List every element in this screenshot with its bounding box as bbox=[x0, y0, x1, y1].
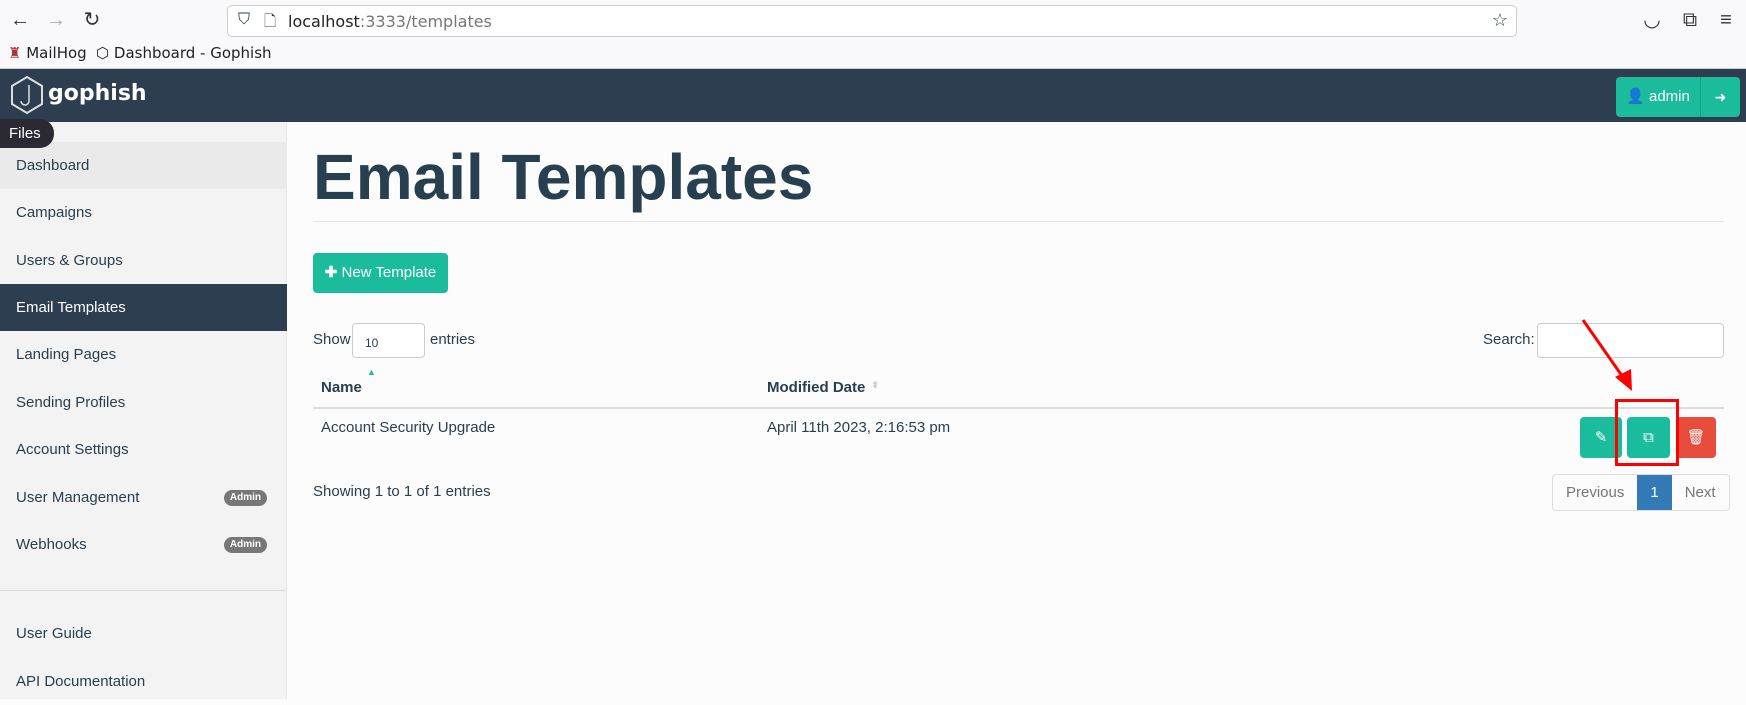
pencil-icon: ✎ bbox=[1594, 429, 1608, 446]
brand[interactable]: gophish bbox=[48, 81, 147, 106]
sidebar-item-landing-pages[interactable]: Landing Pages bbox=[0, 331, 287, 378]
search-label: Search: bbox=[1483, 331, 1535, 348]
shield-icon: ⛉ bbox=[238, 11, 251, 28]
sidebar-item-sending-profiles[interactable]: Sending Profiles bbox=[0, 379, 287, 426]
sidebar-item-user-management[interactable]: User Management Admin bbox=[0, 474, 287, 521]
trash-icon: 🗑 bbox=[1686, 429, 1706, 446]
column-header-modified-date[interactable]: Modified Date ⬍ bbox=[767, 379, 879, 396]
url-bar[interactable]: ⛉ 🗋 localhost:3333/templates ☆ bbox=[227, 5, 1517, 37]
delete-button[interactable]: 🗑 bbox=[1676, 417, 1716, 458]
sidebar-item-user-guide[interactable]: User Guide bbox=[0, 610, 287, 657]
browser-toolbar: ← → ↻ ⛉ 🗋 localhost:3333/templates ☆ ◡ ⧉… bbox=[0, 0, 1746, 69]
admin-badge: Admin bbox=[223, 537, 267, 553]
page-1-button[interactable]: 1 bbox=[1637, 475, 1672, 510]
bookmark-star-icon[interactable]: ☆ bbox=[1492, 10, 1508, 31]
sidebar-divider bbox=[0, 590, 287, 591]
sort-asc-icon: ▲ bbox=[367, 367, 376, 377]
sidebar-item-account-settings[interactable]: Account Settings bbox=[0, 426, 287, 473]
sidebar-item-webhooks[interactable]: Webhooks Admin bbox=[0, 521, 287, 568]
bookmark-gophish[interactable]: ⬡ Dashboard - Gophish bbox=[96, 44, 272, 62]
sidebar-item-users-groups[interactable]: Users & Groups bbox=[0, 237, 287, 284]
new-template-button[interactable]: ✚ New Template bbox=[313, 253, 448, 293]
files-tooltip: Files bbox=[0, 119, 54, 148]
forward-icon[interactable]: → bbox=[44, 8, 68, 32]
page-icon: 🗋 bbox=[264, 13, 277, 30]
pig-icon: ♜ bbox=[8, 44, 22, 62]
admin-badge: Admin bbox=[223, 490, 267, 506]
admin-user-button[interactable]: 👤 admin bbox=[1616, 77, 1701, 117]
sidebar-item-dashboard[interactable]: Dashboard bbox=[0, 142, 287, 189]
reload-icon[interactable]: ↻ bbox=[80, 8, 104, 32]
back-icon[interactable]: ← bbox=[8, 8, 32, 32]
sort-icon: ⬍ bbox=[871, 380, 879, 390]
sidebar: Dashboard Campaigns Users & Groups Email… bbox=[0, 122, 287, 699]
extensions-icon[interactable]: ⧉ bbox=[1678, 8, 1702, 32]
column-header-name[interactable]: Name ▲ bbox=[321, 367, 376, 396]
sidebar-item-api-documentation[interactable]: API Documentation bbox=[0, 658, 287, 705]
menu-icon[interactable]: ≡ bbox=[1714, 8, 1738, 32]
plus-icon: ✚ bbox=[324, 264, 338, 281]
table-header-border bbox=[313, 407, 1724, 409]
url-host: localhost bbox=[288, 12, 360, 31]
pocket-icon[interactable]: ◡ bbox=[1640, 8, 1664, 32]
pagination: Previous 1 Next bbox=[1552, 474, 1730, 511]
annotation-arrow bbox=[1581, 319, 1632, 391]
navbar: gophish 👤 admin ➜ bbox=[0, 69, 1746, 122]
entries-select[interactable]: 10 bbox=[352, 323, 425, 358]
next-button[interactable]: Next bbox=[1672, 475, 1729, 510]
title-divider bbox=[313, 221, 1724, 222]
sidebar-item-campaigns[interactable]: Campaigns bbox=[0, 189, 287, 236]
user-icon: 👤 bbox=[1626, 88, 1645, 105]
sidebar-item-email-templates[interactable]: Email Templates bbox=[0, 284, 287, 331]
gophish-logo-icon[interactable] bbox=[10, 75, 44, 115]
url-path: :3333/templates bbox=[359, 12, 492, 31]
template-name-cell: Account Security Upgrade bbox=[321, 419, 496, 436]
show-label: Show bbox=[313, 331, 351, 348]
hexagon-icon: ⬡ bbox=[96, 44, 110, 62]
sign-out-icon: ➜ bbox=[1714, 89, 1727, 105]
bookmark-mailhog[interactable]: ♜ MailHog bbox=[8, 44, 87, 62]
entries-label: entries bbox=[430, 331, 476, 348]
table-info: Showing 1 to 1 of 1 entries bbox=[313, 483, 491, 500]
modified-date-cell: April 11th 2023, 2:16:53 pm bbox=[767, 419, 951, 436]
previous-button[interactable]: Previous bbox=[1553, 475, 1637, 510]
logout-button[interactable]: ➜ bbox=[1701, 77, 1740, 117]
annotation-highlight-box bbox=[1615, 399, 1679, 466]
page-title: Email Templates bbox=[313, 141, 814, 213]
